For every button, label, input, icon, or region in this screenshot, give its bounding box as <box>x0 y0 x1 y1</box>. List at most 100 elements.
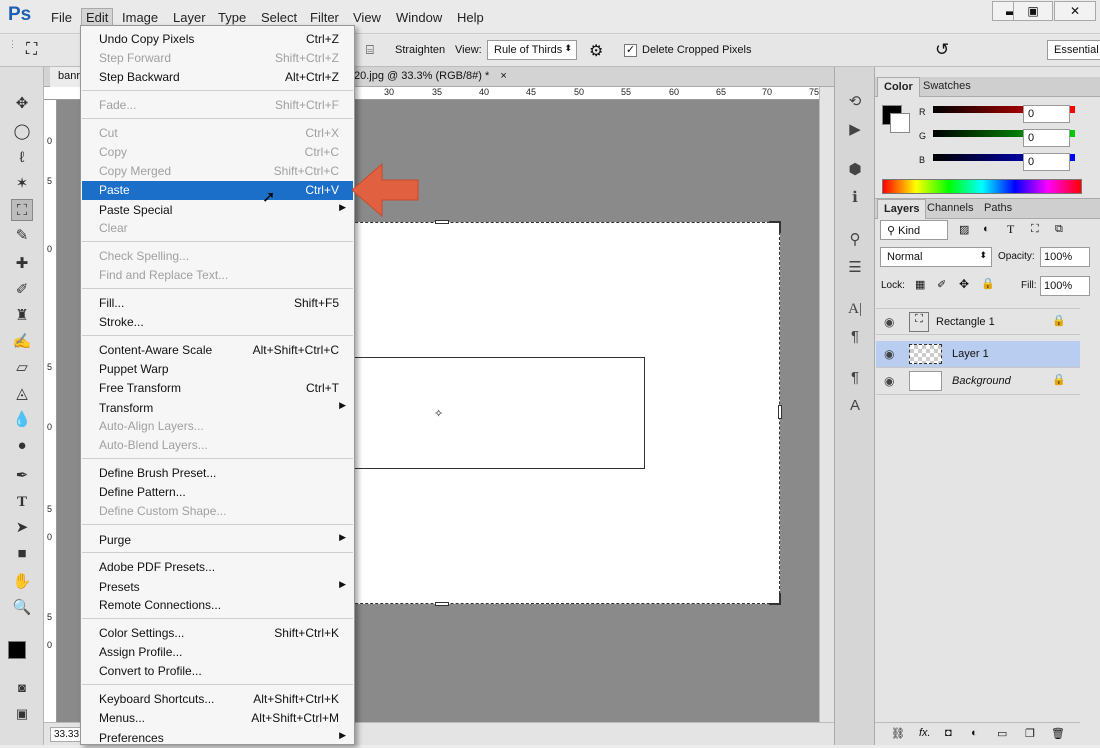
vertical-scrollbar[interactable] <box>819 87 834 722</box>
layer-row-rectangle-1[interactable]: ◉ ⛶ Rectangle 1 🔒 <box>876 308 1080 335</box>
document-tab-active[interactable]: 20.jpg @ 33.3% (RGB/8#) * × <box>354 70 507 82</box>
filter-adjustment-icon[interactable]: ◐ <box>983 223 990 235</box>
menu-window[interactable]: Window <box>392 9 446 26</box>
delete-layer-icon[interactable]: 🗑 <box>1051 727 1065 740</box>
tab-color[interactable]: Color <box>877 77 920 97</box>
history-panel-icon[interactable]: ⟲ <box>845 92 865 112</box>
crop-handle-bottom[interactable] <box>435 602 449 606</box>
rectangle-shape[interactable] <box>330 357 645 469</box>
menu-item-puppet-warp[interactable]: Puppet Warp <box>82 360 353 379</box>
delete-cropped-checkbox[interactable]: ✓ <box>624 44 637 57</box>
menu-image[interactable]: Image <box>118 9 162 26</box>
paragraph-panel-icon[interactable]: ¶ <box>845 327 865 347</box>
lock-position-icon[interactable]: ✥ <box>959 277 969 291</box>
layer-style-fx-icon[interactable]: fx. <box>919 727 931 739</box>
gear-icon[interactable]: ⚙ <box>589 41 603 61</box>
menu-select[interactable]: Select <box>257 9 301 26</box>
menu-item-content-aware-scale[interactable]: Content-Aware Scale Alt+Shift+Ctrl+C <box>82 341 353 360</box>
type-tool-icon[interactable]: T <box>11 491 33 513</box>
paint-bucket-icon[interactable]: ◬ <box>11 383 33 405</box>
color-spectrum[interactable] <box>882 179 1082 194</box>
actions-panel-icon[interactable]: ▶ <box>845 120 865 140</box>
menu-item-step-backward[interactable]: Step Backward Alt+Ctrl+Z <box>82 68 353 87</box>
add-mask-icon[interactable]: ◘ <box>945 727 952 739</box>
filter-type-icon[interactable]: T <box>1007 222 1014 237</box>
menu-item-stroke[interactable]: Stroke... <box>82 313 353 332</box>
layer-name[interactable]: Background <box>952 375 1011 387</box>
menu-help[interactable]: Help <box>453 9 488 26</box>
tab-swatches[interactable]: Swatches <box>917 77 977 97</box>
visibility-eye-icon[interactable]: ◉ <box>884 347 894 361</box>
3d-panel-icon[interactable]: ⬢ <box>845 160 865 180</box>
new-layer-icon[interactable]: ❐ <box>1025 727 1035 740</box>
menu-item-preferences[interactable]: Preferences ▶ <box>82 729 353 748</box>
path-select-icon[interactable]: ➤ <box>11 517 33 539</box>
filter-shape-icon[interactable]: ⛶ <box>1031 223 1039 236</box>
blue-value-input[interactable]: 0 <box>1023 153 1070 171</box>
menu-item-fade[interactable]: Fade... Shift+Ctrl+F <box>82 96 353 115</box>
zoom-tool-icon[interactable]: 🔍 <box>11 597 33 619</box>
paragraph-styles-icon[interactable]: ¶ <box>845 368 865 388</box>
brush-tool-icon[interactable]: ✐ <box>11 279 33 301</box>
menu-item-purge[interactable]: Purge ▶ <box>82 531 353 550</box>
lock-transparent-icon[interactable]: ▦ <box>915 278 925 291</box>
tab-paths[interactable]: Paths <box>978 199 1018 219</box>
crop-handle-right[interactable] <box>778 405 782 419</box>
eraser-tool-icon[interactable]: ▱ <box>11 357 33 379</box>
character-styles-icon[interactable]: A <box>845 396 865 416</box>
tab-channels[interactable]: Channels <box>921 199 979 219</box>
crop-handle-top[interactable] <box>435 220 449 224</box>
quick-mask-icon[interactable]: ◙ <box>11 677 33 699</box>
menu-item-menus[interactable]: Menus... Alt+Shift+Ctrl+M <box>82 709 353 728</box>
menu-view[interactable]: View <box>349 9 385 26</box>
straighten-label[interactable]: Straighten <box>395 44 445 56</box>
info-panel-icon[interactable]: ℹ <box>845 188 865 208</box>
menu-item-color-settings[interactable]: Color Settings... Shift+Ctrl+K <box>82 624 353 643</box>
character-panel-icon[interactable]: A| <box>845 299 865 319</box>
lock-pixels-icon[interactable]: ✐ <box>937 278 946 291</box>
menu-item-paste-special[interactable]: Paste Special ▶ <box>82 201 353 220</box>
menu-item-fill[interactable]: Fill... Shift+F5 <box>82 294 353 313</box>
menu-item-remote-connections[interactable]: Remote Connections... <box>82 596 353 615</box>
menu-item-auto-blend-layers[interactable]: Auto-Blend Layers... <box>82 436 353 455</box>
layer-row-background[interactable]: ◉ Background 🔒 <box>876 368 1080 395</box>
menu-item-keyboard-shortcuts[interactable]: Keyboard Shortcuts... Alt+Shift+Ctrl+K <box>82 690 353 709</box>
opacity-input[interactable]: 100% <box>1040 247 1090 267</box>
view-overlay-select[interactable]: Rule of Thirds ⬍ <box>487 40 577 60</box>
layer-name[interactable]: Layer 1 <box>952 348 989 360</box>
crop-corner-top-right[interactable] <box>769 221 781 233</box>
menu-item-transform[interactable]: Transform ▶ <box>82 399 353 418</box>
close-button[interactable]: ✕ <box>1054 1 1096 21</box>
menu-item-define-pattern[interactable]: Define Pattern... <box>82 483 353 502</box>
lock-all-icon[interactable]: 🔒 <box>981 277 995 290</box>
green-value-input[interactable]: 0 <box>1023 129 1070 147</box>
red-value-input[interactable]: 0 <box>1023 105 1070 123</box>
tab-layers[interactable]: Layers <box>877 199 927 219</box>
menu-item-define-brush-preset[interactable]: Define Brush Preset... <box>82 464 353 483</box>
menu-item-presets[interactable]: Presets ▶ <box>82 578 353 597</box>
menu-item-step-forward[interactable]: Step Forward Shift+Ctrl+Z <box>82 49 353 68</box>
menu-item-adobe-pdf-presets[interactable]: Adobe PDF Presets... <box>82 558 353 577</box>
blur-tool-icon[interactable]: 💧 <box>11 409 33 431</box>
menu-item-define-custom-shape[interactable]: Define Custom Shape... <box>82 502 353 521</box>
adjustments-panel-icon[interactable]: ☰ <box>845 258 865 278</box>
menu-file[interactable]: File <box>47 9 76 26</box>
hand-tool-icon[interactable]: ✋ <box>11 571 33 593</box>
link-layers-icon[interactable]: ⛓ <box>891 727 905 740</box>
visibility-eye-icon[interactable]: ◉ <box>884 315 894 329</box>
menu-type[interactable]: Type <box>214 9 250 26</box>
quick-select-tool-icon[interactable]: ✶ <box>11 173 33 195</box>
filter-pixel-icon[interactable]: ▨ <box>959 223 969 236</box>
brush-panel-icon[interactable]: ⚲ <box>845 230 865 250</box>
new-group-icon[interactable]: ▭ <box>997 727 1007 740</box>
menu-filter[interactable]: Filter <box>306 9 343 26</box>
crop-tool-icon[interactable]: ⛶ <box>11 199 33 221</box>
history-brush-icon[interactable]: ✍ <box>11 331 33 353</box>
menu-item-find-replace-text[interactable]: Find and Replace Text... <box>82 266 353 285</box>
crop-corner-bottom-right[interactable] <box>769 593 781 605</box>
eyedropper-tool-icon[interactable]: ✎ <box>11 225 33 247</box>
menu-item-copy[interactable]: Copy Ctrl+C <box>82 143 353 162</box>
lasso-tool-icon[interactable]: ℓ <box>11 147 33 169</box>
menu-layer[interactable]: Layer <box>169 9 210 26</box>
straighten-icon[interactable]: ⌸ <box>366 42 374 58</box>
